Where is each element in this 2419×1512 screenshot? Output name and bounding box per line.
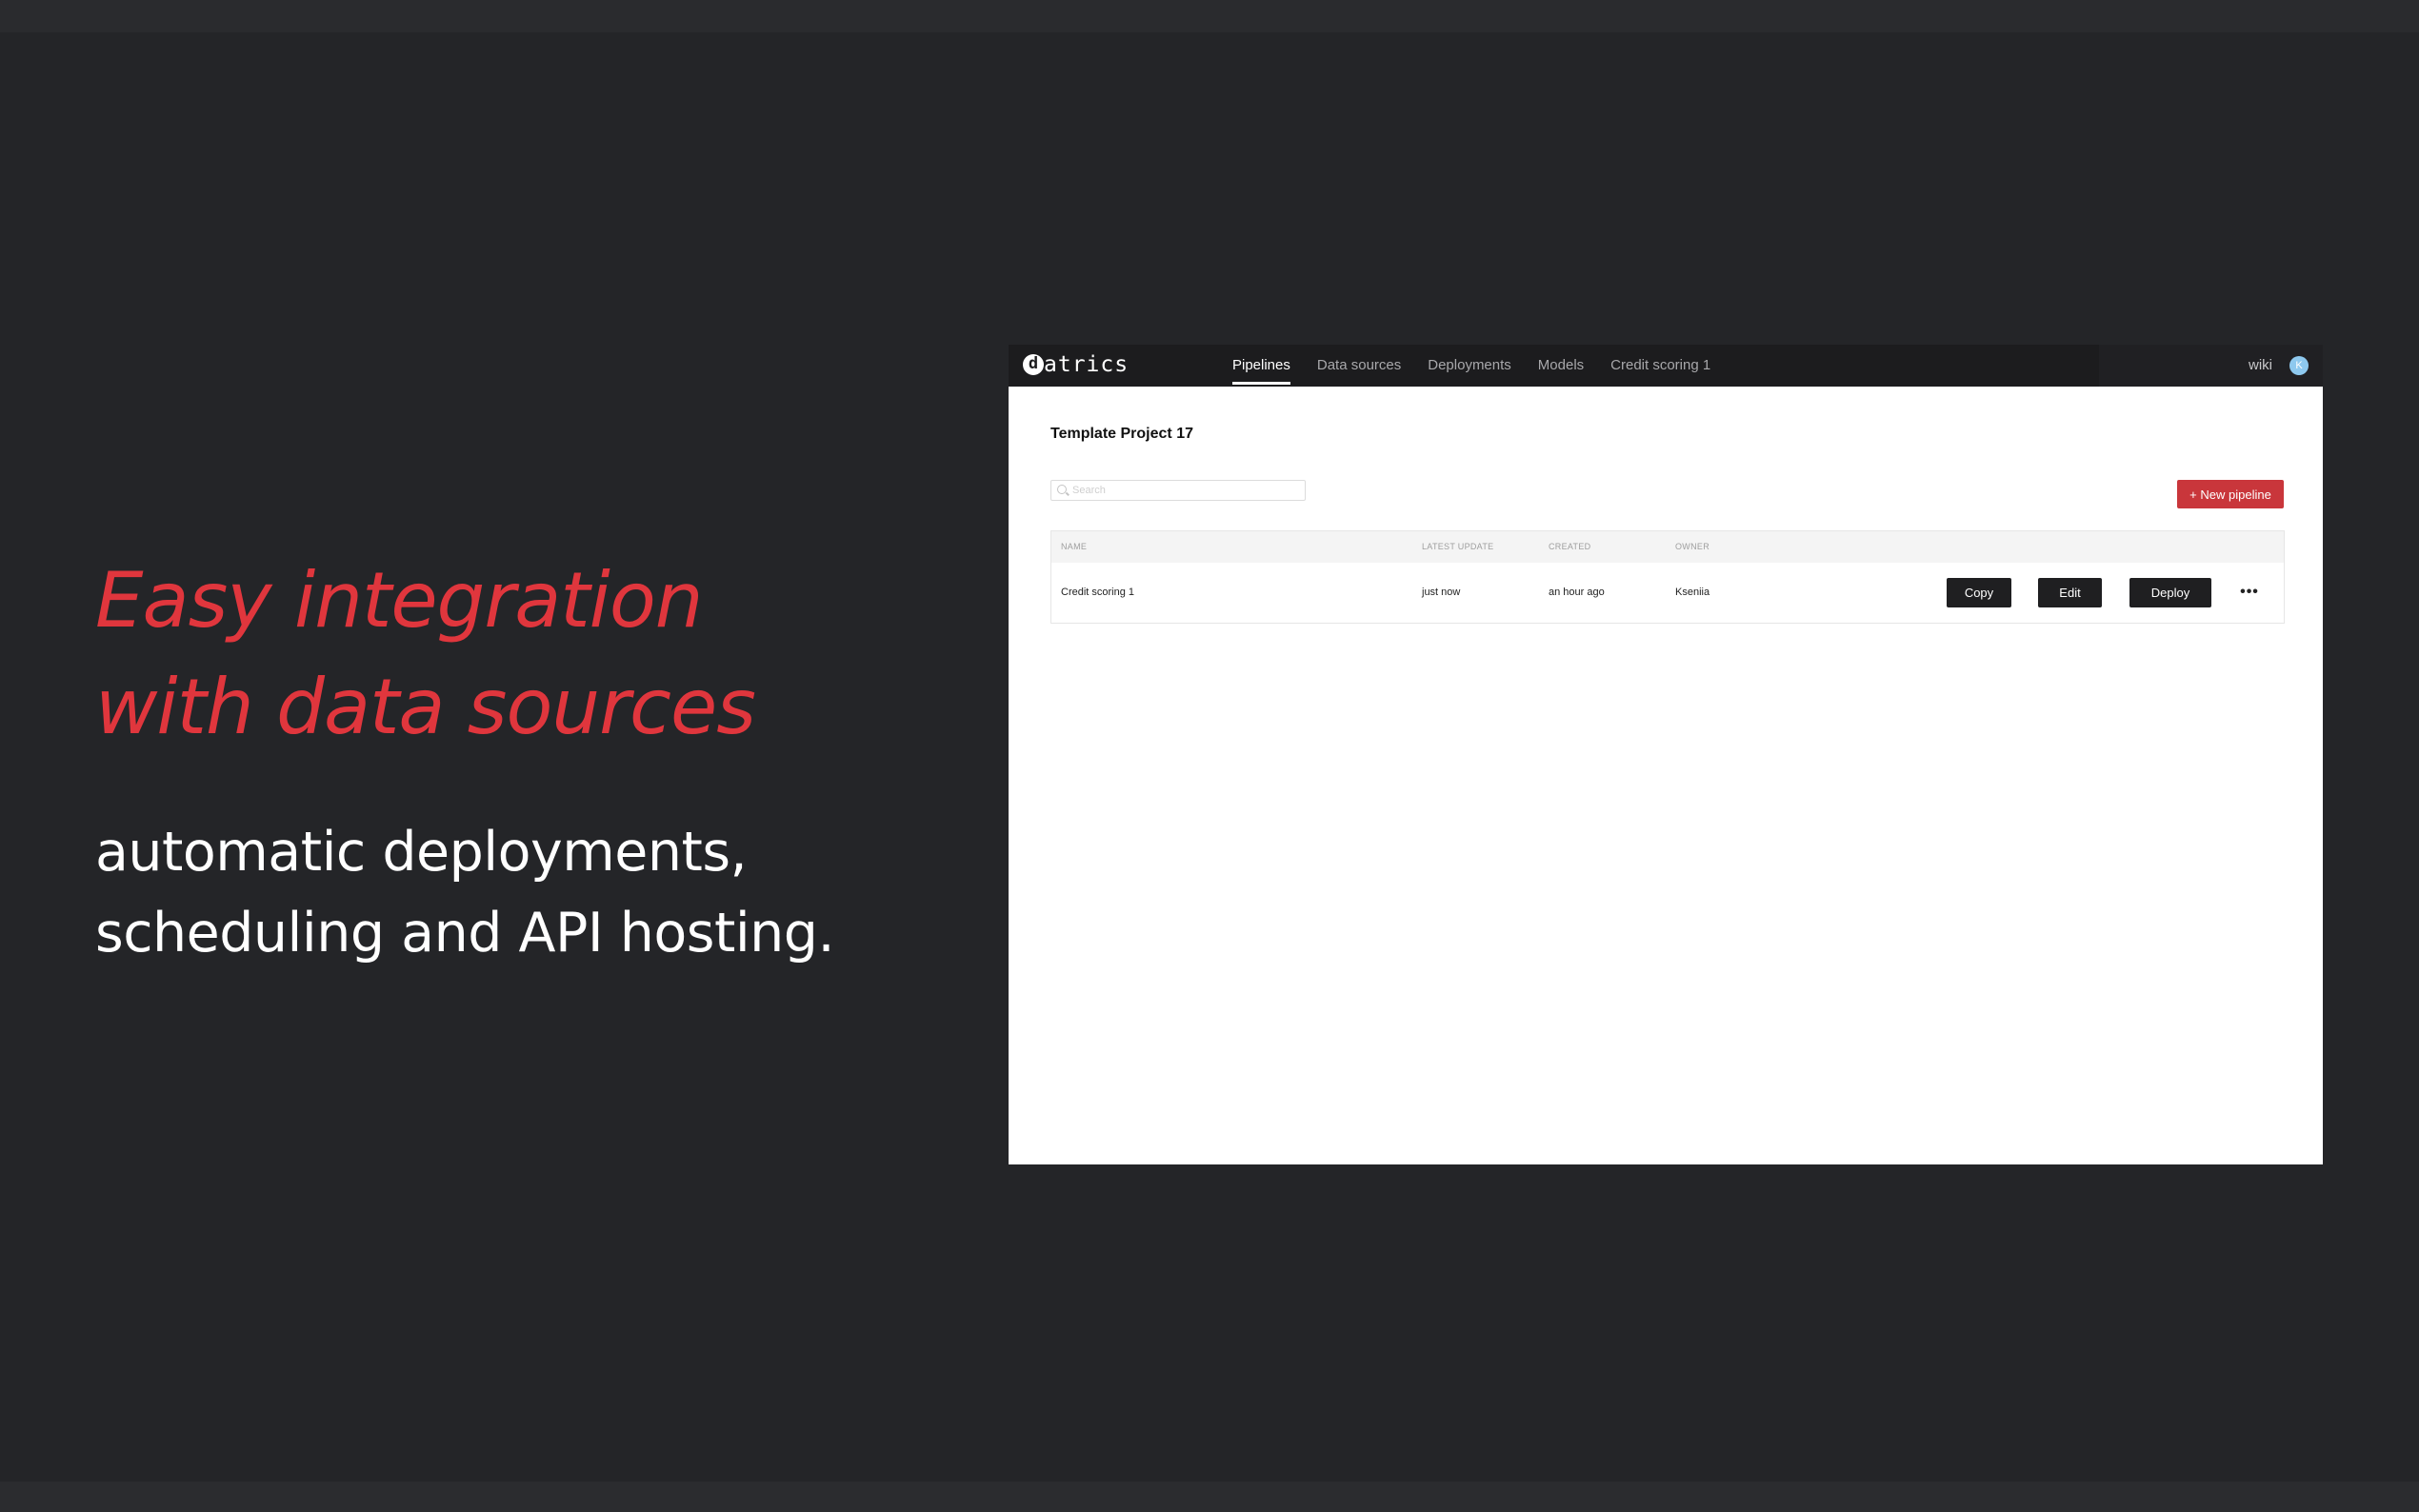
top-band [0, 0, 2419, 32]
app-header: d atrics Pipelines Data sources Deployme… [1009, 345, 2323, 387]
copy-button[interactable]: Copy [1947, 578, 2011, 607]
edit-button[interactable]: Edit [2038, 578, 2102, 607]
column-header-created[interactable]: CREATED [1549, 531, 1590, 563]
headline-line-2: with data sources [95, 663, 756, 751]
subline-line-2: scheduling and API hosting. [95, 902, 835, 965]
cell-name[interactable]: Credit scoring 1 [1061, 563, 1134, 622]
table-header: NAME LATEST UPDATE CREATED OWNER [1051, 531, 2284, 563]
subline-line-1: automatic deployments, [95, 821, 748, 884]
page-title: Template Project 17 [1050, 426, 1193, 442]
nav-item-credit-scoring-1[interactable]: Credit scoring 1 [1597, 345, 1724, 387]
deploy-button[interactable]: Deploy [2129, 578, 2211, 607]
avatar[interactable]: K [2289, 356, 2309, 375]
logo-mark: d [1023, 354, 1044, 375]
app-window: d atrics Pipelines Data sources Deployme… [1009, 345, 2323, 1164]
nav-item-pipelines[interactable]: Pipelines [1219, 345, 1304, 387]
nav-item-data-sources[interactable]: Data sources [1304, 345, 1414, 387]
marketing-headline: Easy integration with data sources [95, 547, 756, 761]
marketing-subline: automatic deployments, scheduling and AP… [95, 812, 835, 974]
cell-latest-update: just now [1422, 587, 1461, 598]
cell-owner: Kseniia [1675, 587, 1710, 598]
new-pipeline-button[interactable]: + New pipeline [2177, 480, 2284, 508]
search-icon [1057, 485, 1067, 494]
logo-text: atrics [1044, 352, 1130, 377]
search-box[interactable] [1050, 480, 1306, 501]
pipelines-table: NAME LATEST UPDATE CREATED OWNER Credit … [1050, 530, 2285, 624]
bottom-band [0, 1482, 2419, 1512]
column-header-owner[interactable]: OWNER [1675, 531, 1709, 563]
wiki-link[interactable]: wiki [2249, 345, 2272, 387]
headline-line-1: Easy integration [95, 556, 703, 645]
more-horizontal-icon[interactable]: ••• [2235, 580, 2264, 605]
nav-item-models[interactable]: Models [1525, 345, 1597, 387]
search-input[interactable] [1072, 481, 1297, 500]
column-header-latest-update[interactable]: LATEST UPDATE [1422, 531, 1493, 563]
main-nav: Pipelines Data sources Deployments Model… [1219, 345, 1724, 387]
logo[interactable]: d atrics [1009, 345, 1190, 387]
table-row[interactable]: Credit scoring 1 just now an hour ago Ks… [1051, 563, 2284, 623]
column-header-name[interactable]: NAME [1061, 531, 1087, 563]
cell-created: an hour ago [1549, 587, 1605, 598]
nav-item-deployments[interactable]: Deployments [1414, 345, 1525, 387]
